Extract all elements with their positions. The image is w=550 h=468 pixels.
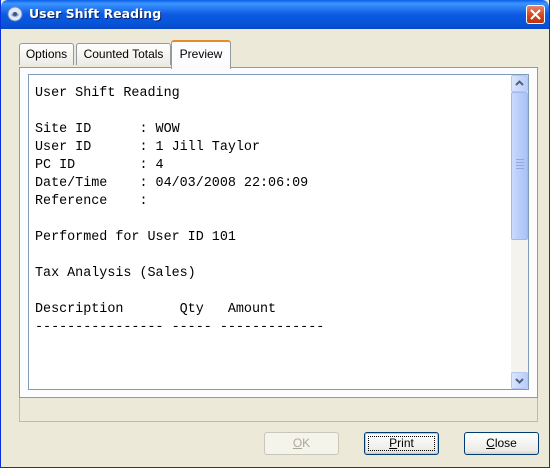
scroll-down-button[interactable] — [511, 372, 528, 389]
print-button[interactable]: Print — [364, 432, 439, 455]
scroll-up-button[interactable] — [511, 75, 528, 92]
report-preview-text: User Shift Reading Site ID : WOW User ID… — [35, 86, 325, 335]
grip-line — [516, 162, 524, 163]
close-mnemonic: C — [486, 436, 495, 450]
chevron-down-icon — [515, 378, 524, 384]
dialog-window: User Shift Reading Options Counted Total… — [0, 0, 550, 468]
ok-mnemonic: O — [292, 436, 303, 450]
vertical-scrollbar[interactable] — [511, 75, 528, 389]
grip-line — [516, 165, 524, 166]
tab-label: Preview — [179, 47, 223, 61]
title-bar[interactable]: User Shift Reading — [1, 0, 549, 29]
close-button[interactable]: Close — [464, 432, 539, 455]
tab-options[interactable]: Options — [19, 43, 74, 65]
bottom-panel — [19, 398, 538, 422]
app-icon — [7, 6, 23, 22]
scroll-thumb[interactable] — [511, 92, 528, 240]
chevron-up-icon — [515, 80, 524, 86]
ok-label: K — [302, 436, 311, 450]
grip-line — [516, 168, 524, 169]
ok-button[interactable]: OK — [264, 432, 339, 455]
tab-label: Counted Totals — [83, 47, 164, 61]
window-title: User Shift Reading — [29, 6, 162, 21]
close-icon — [530, 9, 541, 20]
grip-line — [516, 159, 524, 160]
report-preview-textbox[interactable]: User Shift Reading Site ID : WOW User ID… — [28, 74, 529, 390]
tab-preview[interactable]: Preview — [171, 40, 231, 69]
close-label: lose — [494, 436, 517, 450]
close-window-button[interactable] — [526, 5, 545, 24]
preview-panel: User Shift Reading Site ID : WOW User ID… — [19, 67, 538, 398]
tab-label: Options — [25, 47, 68, 61]
tab-counted-totals[interactable]: Counted Totals — [76, 43, 171, 65]
focus-ring — [368, 436, 435, 451]
